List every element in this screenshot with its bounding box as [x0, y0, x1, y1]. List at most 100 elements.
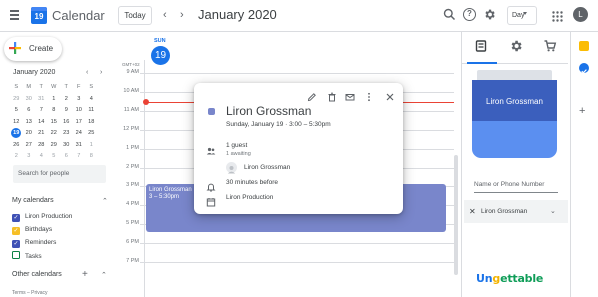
mini-calendar-day[interactable]: 30: [60, 140, 73, 152]
mini-calendar-day[interactable]: 10: [73, 105, 86, 117]
mini-calendar-day[interactable]: 8: [85, 151, 98, 163]
calendar-name: Reminders: [25, 239, 57, 246]
mini-calendar-day[interactable]: 25: [85, 128, 98, 140]
mini-weekday-label: S: [14, 84, 19, 90]
mini-calendar-day[interactable]: 13: [23, 117, 36, 129]
my-calendars-heading[interactable]: My calendars: [12, 197, 54, 204]
today-button[interactable]: Today: [118, 6, 152, 25]
settings-gear-icon[interactable]: [483, 8, 496, 21]
checkbox-unchecked-icon[interactable]: [12, 251, 20, 259]
hour-label: 12 PM: [123, 125, 139, 132]
mini-calendar-day[interactable]: 15: [48, 117, 61, 129]
account-avatar[interactable]: L: [573, 7, 588, 22]
main-menu-icon[interactable]: [10, 10, 20, 20]
close-icon[interactable]: [385, 89, 395, 101]
mini-calendar-day[interactable]: 21: [35, 128, 48, 140]
mini-weekday-label: S: [89, 84, 94, 90]
chevron-up-icon[interactable]: ⌃: [101, 271, 107, 279]
checkbox-checked-icon[interactable]: ✓: [12, 227, 20, 235]
hour-label: 5 PM: [126, 220, 139, 227]
checkbox-checked-icon[interactable]: ✓: [12, 240, 20, 248]
add-other-calendar-icon[interactable]: +: [82, 269, 88, 280]
mini-calendar-day[interactable]: 12: [10, 117, 23, 129]
search-icon[interactable]: [443, 8, 456, 21]
checkbox-checked-icon[interactable]: ✓: [12, 214, 20, 222]
calendar-list-item[interactable]: Tasks: [12, 251, 42, 261]
mini-calendar-day[interactable]: 3: [23, 151, 36, 163]
mini-calendar-day[interactable]: 22: [48, 128, 61, 140]
mini-calendar-day[interactable]: 7: [73, 151, 86, 163]
addon-settings-icon[interactable]: [509, 39, 523, 53]
mini-calendar-day[interactable]: 2: [60, 94, 73, 106]
contact-card-tab-icon[interactable]: [474, 39, 488, 53]
mini-calendar-day[interactable]: 1: [85, 140, 98, 152]
hour-label: 7 PM: [126, 258, 139, 264]
remove-contact-icon[interactable]: ✕: [469, 207, 476, 216]
mini-calendar-day[interactable]: 24: [73, 128, 86, 140]
day-number-badge[interactable]: 19: [151, 46, 170, 65]
hour-gridline: [140, 73, 454, 74]
mini-calendar-day[interactable]: 26: [10, 140, 23, 152]
mini-calendar-day[interactable]: 29: [10, 94, 23, 106]
mini-calendar-day[interactable]: 27: [23, 140, 36, 152]
mini-calendar-day[interactable]: 7: [35, 105, 48, 117]
mini-calendar-day[interactable]: 4: [35, 151, 48, 163]
chevron-down-icon[interactable]: ⌄: [550, 207, 556, 215]
mini-calendar-day[interactable]: 6: [23, 105, 36, 117]
mini-calendar-day[interactable]: 5: [48, 151, 61, 163]
calendar-list-item[interactable]: ✓ Liron Production: [12, 212, 72, 222]
mini-calendar-day[interactable]: 30: [23, 94, 36, 106]
mini-calendar-day[interactable]: 17: [73, 117, 86, 129]
mini-calendar-day[interactable]: 8: [48, 105, 61, 117]
help-icon[interactable]: ?: [463, 8, 476, 21]
name-or-phone-input[interactable]: Name or Phone Number: [474, 181, 558, 193]
chevron-up-icon[interactable]: ⌃: [102, 197, 108, 205]
mini-calendar-day[interactable]: 31: [35, 94, 48, 106]
delete-trash-icon[interactable]: [327, 89, 337, 102]
apps-grid-icon[interactable]: [552, 9, 563, 22]
search-people-input[interactable]: Search for people: [13, 165, 106, 183]
day-view-scrollbar[interactable]: [454, 155, 458, 275]
get-addons-plus-icon[interactable]: +: [579, 106, 585, 117]
mini-calendar-day[interactable]: 29: [48, 140, 61, 152]
mini-calendar-day[interactable]: 31: [73, 140, 86, 152]
mini-calendar-next-icon[interactable]: ›: [100, 69, 102, 76]
mini-calendar-day[interactable]: 16: [60, 117, 73, 129]
mini-calendar-prev-icon[interactable]: ‹: [86, 69, 88, 76]
selected-day[interactable]: 19: [11, 128, 22, 138]
view-switcher-dropdown[interactable]: Day: [507, 6, 537, 25]
mini-weekday-label: T: [39, 84, 43, 90]
more-options-icon[interactable]: [364, 89, 374, 102]
mini-calendar-day[interactable]: 1: [48, 94, 61, 106]
mini-calendar-day[interactable]: 3: [73, 94, 86, 106]
mini-calendar-day[interactable]: 14: [35, 117, 48, 129]
keep-notes-icon[interactable]: [579, 41, 589, 51]
mini-weekday-label: F: [77, 84, 81, 90]
next-period-icon[interactable]: ›: [180, 8, 184, 22]
calendar-list-item[interactable]: ✓ Birthdays: [12, 225, 52, 235]
mini-calendar-day[interactable]: 6: [60, 151, 73, 163]
previous-period-icon[interactable]: ‹: [163, 8, 167, 22]
current-period-title: January 2020: [198, 7, 277, 22]
terms-privacy-link[interactable]: Terms – Privacy: [12, 290, 48, 296]
edit-pencil-icon[interactable]: [307, 89, 317, 102]
mini-calendar-day[interactable]: 23: [60, 128, 73, 140]
other-calendars-heading[interactable]: Other calendars: [12, 271, 62, 278]
mini-calendar-day[interactable]: 9: [60, 105, 73, 117]
tasks-icon[interactable]: [579, 63, 589, 74]
mini-calendar-day[interactable]: 4: [85, 94, 98, 106]
calendar-name: Tasks: [25, 253, 42, 260]
mini-calendar-day[interactable]: 2: [10, 151, 23, 163]
mini-calendar-day[interactable]: 20: [23, 128, 36, 140]
email-guests-icon[interactable]: [345, 89, 355, 101]
mini-calendar-day[interactable]: 19: [10, 128, 23, 140]
mini-calendar-day[interactable]: 28: [35, 140, 48, 152]
mini-calendar-day[interactable]: 5: [10, 105, 23, 117]
shopping-cart-icon[interactable]: [543, 39, 557, 53]
event-calendar-name: Liron Production: [226, 194, 274, 201]
contact-name: Liron Grossman: [481, 208, 528, 215]
guest-name[interactable]: Liron Grossman: [244, 164, 290, 171]
mini-calendar-day[interactable]: 18: [85, 117, 98, 129]
calendar-list-item[interactable]: ✓ Reminders: [12, 238, 56, 248]
mini-calendar-day[interactable]: 11: [85, 105, 98, 117]
